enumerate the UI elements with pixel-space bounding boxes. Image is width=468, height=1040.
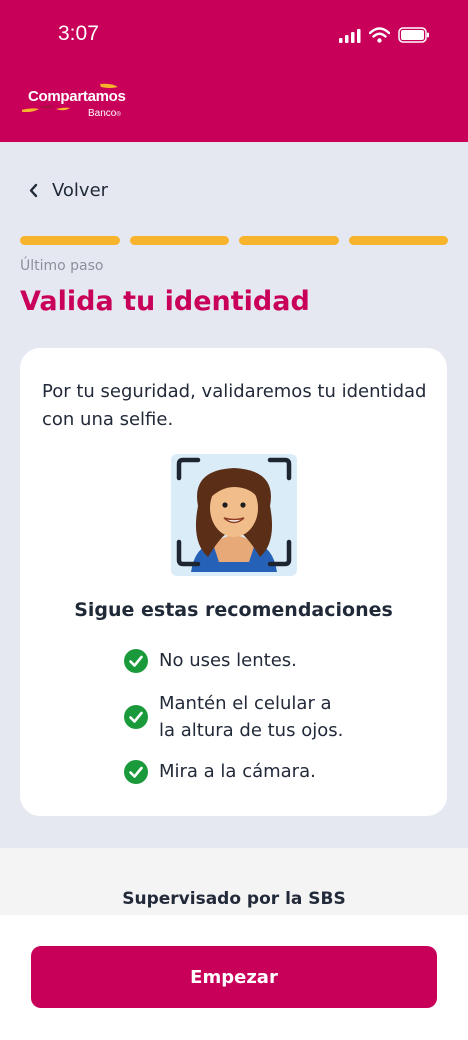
progress-segment — [20, 236, 120, 245]
progress-segment — [129, 236, 229, 245]
progress-segment — [239, 236, 339, 245]
app-header: 3:07 Compartamos Banco® — [0, 0, 468, 142]
fish-logo-icon — [22, 83, 118, 112]
check-circle-icon — [124, 759, 148, 784]
start-button[interactable]: Empezar — [31, 946, 437, 1008]
progress-segment — [348, 236, 448, 245]
recommendations-title: Sigue estas recomendaciones — [74, 599, 393, 621]
back-button[interactable]: Volver — [28, 180, 108, 201]
recommendation-text: No uses lentes. — [159, 650, 297, 671]
compartamos-logo: Compartamos Banco® — [22, 83, 126, 119]
supervision-text: Supervisado por la SBS — [122, 889, 346, 909]
chevron-left-icon — [29, 183, 38, 198]
selfie-description: Por tu seguridad, validaremos tu identid… — [42, 381, 427, 430]
signal-icon — [339, 28, 361, 43]
recommendation-item: Mira a la cámara. — [124, 758, 316, 785]
recommendation-text: Mantén el celular a la altura de tus ojos… — [159, 693, 344, 741]
instructions-card: Por tu seguridad, validaremos tu identid… — [20, 348, 447, 816]
back-label: Volver — [52, 180, 109, 201]
page-title: Valida tu identidad — [20, 286, 310, 317]
step-label: Último paso — [20, 258, 104, 274]
status-icons — [338, 27, 430, 43]
selfie-illustration — [171, 454, 297, 576]
wifi-icon — [369, 27, 390, 43]
battery-icon — [398, 27, 429, 43]
check-circle-icon — [124, 705, 148, 729]
recommendation-text: Mira a la cámara. — [159, 761, 316, 782]
recommendation-item: Mantén el celular a la altura de tus ojos… — [124, 690, 343, 744]
check-circle-icon — [124, 648, 148, 673]
progress-bar — [20, 236, 448, 245]
recommendation-item: No uses lentes. — [124, 647, 297, 674]
status-time: 3:07 — [58, 22, 99, 45]
